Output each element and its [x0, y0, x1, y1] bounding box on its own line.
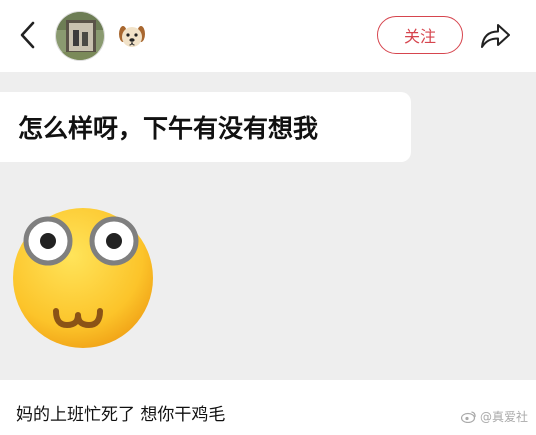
watermark: @真爱社 — [460, 408, 528, 425]
share-button[interactable] — [478, 19, 512, 53]
caption-text: 妈的上班忙死了 想你干鸡毛 — [16, 405, 226, 425]
top-bar: 关注 — [0, 0, 536, 72]
weibo-logo-icon — [460, 411, 476, 423]
post-caption: 妈的上班忙死了 想你干鸡毛 @真爱社 — [0, 380, 536, 435]
back-button[interactable] — [14, 20, 42, 50]
post-content: 怎么样呀，下午有没有想我 — [0, 72, 536, 380]
dog-emoji-icon — [118, 22, 146, 50]
chevron-left-icon — [20, 21, 35, 49]
avatar[interactable] — [55, 11, 105, 61]
watermark-text: @真爱社 — [479, 410, 528, 424]
message-bubble: 怎么样呀，下午有没有想我 — [0, 92, 411, 162]
bug-eyed-smiley-emoji — [10, 205, 156, 351]
share-arrow-icon — [481, 24, 510, 48]
follow-button[interactable]: 关注 — [377, 16, 463, 54]
